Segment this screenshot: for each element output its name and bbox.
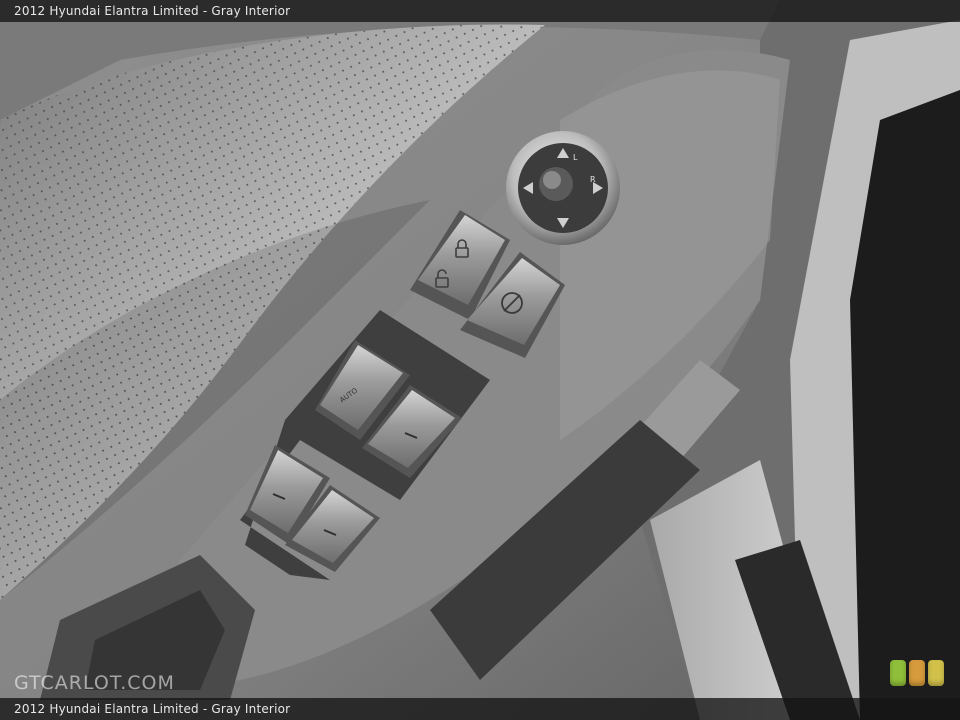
caption-bottom: 2012 Hyundai Elantra Limited - Gray Inte… — [0, 698, 960, 720]
caption-top: 2012 Hyundai Elantra Limited - Gray Inte… — [0, 0, 960, 22]
door-panel-photo: L R AUTO — [0, 0, 960, 720]
site-watermark: GTCARLOT.COM — [14, 672, 175, 694]
badge-orange — [909, 660, 925, 686]
svg-text:R: R — [590, 175, 596, 184]
rating-badge — [890, 660, 944, 686]
mirror-control[interactable]: L R — [506, 131, 620, 245]
svg-text:L: L — [573, 153, 578, 162]
badge-green — [890, 660, 906, 686]
badge-yellow — [928, 660, 944, 686]
photo-frame: L R AUTO 2012 Hyundai Elantra Limited - … — [0, 0, 960, 720]
